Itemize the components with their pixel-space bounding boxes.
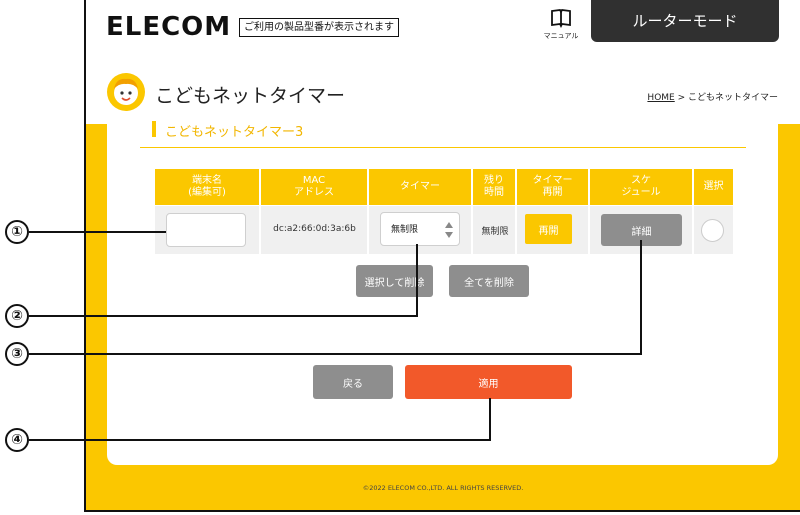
column-divider (588, 169, 590, 254)
callout-4: ④ (5, 428, 29, 452)
book-icon (551, 9, 571, 28)
column-divider (515, 169, 517, 254)
device-name-input[interactable] (166, 213, 246, 247)
callout-2: ② (5, 304, 29, 328)
col-header-remaining: 残り 時間 (473, 169, 515, 205)
section-title: こどもネットタイマー3 (165, 125, 304, 140)
apply-button[interactable]: 適用 (405, 365, 572, 399)
resume-timer-button[interactable]: 再開 (525, 214, 572, 244)
section-marker (152, 121, 156, 137)
col-header-device-name: 端末名 (編集可) (155, 169, 259, 205)
child-face-icon (107, 73, 145, 111)
mode-indicator: ルーターモード (591, 0, 779, 42)
col-header-timer: タイマー (369, 169, 471, 205)
manual-link[interactable]: マニュアル (540, 8, 582, 41)
col-header-schedule: スケ ジュール (590, 169, 692, 205)
copyright: ©2022 ELECOM CO.,LTD. ALL RIGHTS RESERVE… (362, 484, 524, 492)
model-notice: ご利用の製品型番が表示されます (239, 18, 399, 37)
breadcrumb: HOME > こどもネットタイマー (647, 90, 778, 103)
callout-1: ① (5, 220, 29, 244)
column-divider (692, 169, 694, 254)
back-button[interactable]: 戻る (313, 365, 393, 399)
col-header-select: 選択 (694, 169, 733, 205)
manual-label: マニュアル (543, 32, 579, 40)
remaining-time: 無制限 (481, 227, 509, 237)
column-divider (471, 169, 473, 254)
page-title: こどもネットタイマー (155, 85, 346, 107)
col-header-mac: MAC アドレス (261, 169, 367, 205)
callout-3: ③ (5, 342, 29, 366)
breadcrumb-home-link[interactable]: HOME (647, 93, 674, 103)
elecom-logo: ELECOM (106, 12, 232, 42)
row-select-radio[interactable] (701, 219, 724, 242)
mac-address: dc:a2:66:0d:3a:6b (273, 224, 356, 234)
updown-arrows-icon (445, 222, 453, 238)
delete-selected-button[interactable]: 選択して削除 (356, 265, 433, 297)
breadcrumb-current: > こどもネットタイマー (674, 93, 778, 103)
schedule-detail-button[interactable]: 詳細 (601, 214, 682, 246)
timer-select-value: 無制限 (391, 225, 419, 235)
col-header-resume: タイマー 再開 (517, 169, 588, 205)
section-divider (140, 147, 746, 148)
column-divider (259, 169, 261, 254)
timer-select[interactable]: 無制限 (380, 212, 460, 246)
column-divider (367, 169, 369, 254)
delete-all-button[interactable]: 全てを削除 (449, 265, 529, 297)
